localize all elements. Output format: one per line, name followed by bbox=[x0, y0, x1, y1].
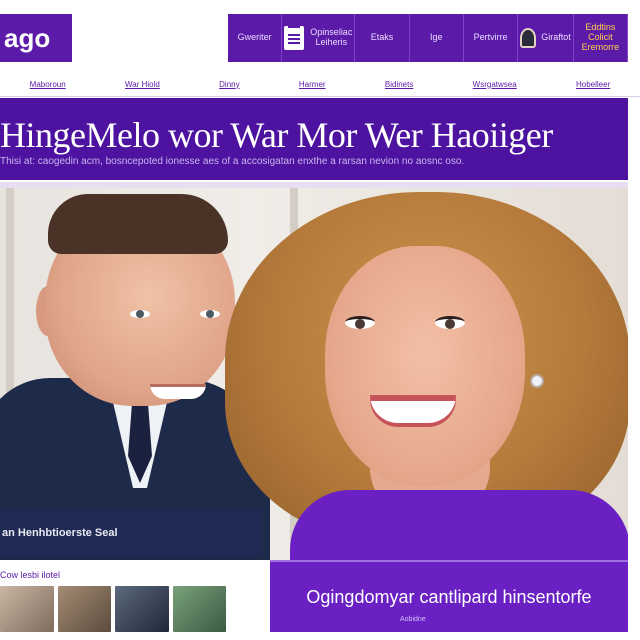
related-thumbnail[interactable] bbox=[172, 586, 226, 632]
related-thumbnail[interactable] bbox=[57, 586, 111, 632]
nav-item-label: Etaks bbox=[370, 32, 394, 43]
document-icon bbox=[284, 26, 305, 50]
caption-text: an Henhbtioerste Seal bbox=[2, 527, 118, 539]
nav-item-label: Ige bbox=[430, 32, 443, 43]
secondary-navigation: Maboroun War Hiold Dinny Harmer Bidinets… bbox=[0, 72, 640, 97]
woman-eye bbox=[435, 316, 465, 329]
subnav-link-1[interactable]: War Hiold bbox=[125, 80, 160, 89]
site-logo[interactable]: ago bbox=[0, 14, 72, 62]
nav-item-4[interactable]: Pertvirre bbox=[464, 14, 519, 62]
nav-item-6[interactable]: Eddtins Colicit Eremorre bbox=[574, 14, 629, 62]
subnav-link-6[interactable]: Hobelleer bbox=[576, 80, 610, 89]
man-eye bbox=[130, 310, 150, 318]
woman-eye bbox=[345, 316, 375, 329]
subnav-link-5[interactable]: Wsrgatwsea bbox=[473, 80, 517, 89]
man-eye bbox=[200, 310, 220, 318]
related-thumbnail[interactable] bbox=[115, 586, 169, 632]
promo-text: Ogingdomyar cantlipard hinsentorfe bbox=[306, 586, 592, 607]
nav-item-label: Gweriter bbox=[237, 32, 272, 43]
subnav-link-0[interactable]: Maboroun bbox=[30, 80, 66, 89]
nav-item-1[interactable]: Opinseliac Leiheris bbox=[282, 14, 356, 62]
article-headline[interactable]: HingeMelo wor War Mor Wer Haoiiger bbox=[0, 114, 553, 156]
promo-banner[interactable]: Ogingdomyar cantlipard hinsentorfe bbox=[270, 560, 628, 632]
nav-item-label: Pertvirre bbox=[473, 32, 508, 43]
related-thumbnail[interactable] bbox=[0, 586, 54, 632]
nav-item-2[interactable]: Etaks bbox=[355, 14, 410, 62]
headline-band: HingeMelo wor War Mor Wer Haoiiger Thisi… bbox=[0, 98, 628, 180]
related-label[interactable]: Cow lesbi ilotel bbox=[0, 570, 60, 580]
hero-photo[interactable] bbox=[0, 188, 628, 560]
man-hair bbox=[48, 194, 228, 254]
subnav-link-2[interactable]: Dinny bbox=[219, 80, 239, 89]
woman-face bbox=[325, 246, 525, 486]
nav-item-label: Opinseliac Leiheris bbox=[310, 27, 353, 47]
avatar-icon bbox=[520, 28, 537, 48]
related-thumbnails bbox=[0, 586, 226, 632]
subnav-link-4[interactable]: Bidinets bbox=[385, 80, 413, 89]
page: ago Gweriter Opinseliac Leiheris Etaks I… bbox=[0, 0, 640, 640]
subnav-link-3[interactable]: Harmer bbox=[299, 80, 326, 89]
nav-item-label: Giraftot bbox=[541, 32, 571, 43]
photo-caption: an Henhbtioerste Seal bbox=[0, 510, 262, 556]
logo-text: ago bbox=[4, 22, 51, 53]
man-smile bbox=[150, 384, 206, 399]
woman-purple-top bbox=[290, 490, 628, 560]
nav-item-5[interactable]: Giraftot bbox=[518, 14, 574, 62]
nav-item-label: Eddtins Colicit Eremorre bbox=[581, 22, 620, 52]
article-subheadline: Thisi at: caogedin acm, bosncepoted ione… bbox=[0, 156, 465, 167]
nav-item-0[interactable]: Gweriter bbox=[228, 14, 283, 62]
promo-subtext: Aobidne bbox=[400, 616, 426, 623]
nav-item-3[interactable]: Ige bbox=[410, 14, 464, 62]
top-navigation: Gweriter Opinseliac Leiheris Etaks Ige P… bbox=[228, 14, 629, 62]
earring bbox=[530, 374, 544, 388]
